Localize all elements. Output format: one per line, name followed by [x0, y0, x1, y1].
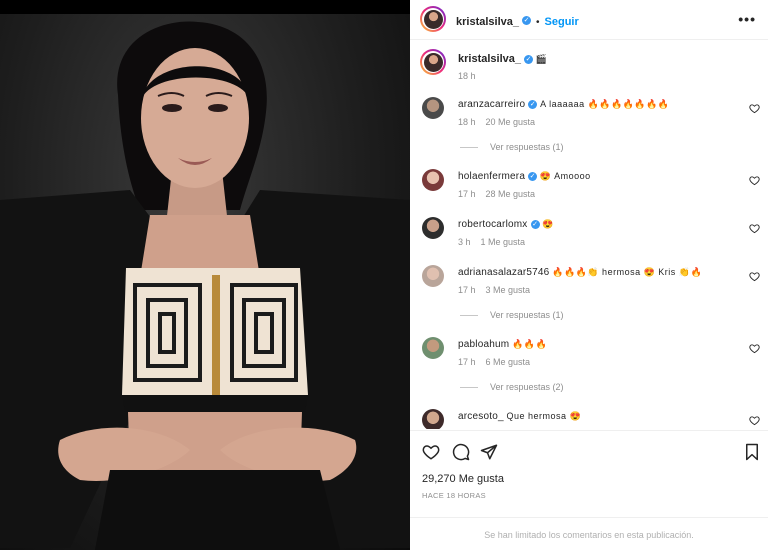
commenter-avatar[interactable]: [422, 97, 444, 119]
commenter-username[interactable]: arcesoto_: [458, 411, 504, 422]
post-header: kristalsilva_ ✓ • Seguir •••: [410, 0, 768, 40]
caption-text: 🎬: [535, 54, 548, 64]
like-comment-heart-icon[interactable]: [749, 343, 760, 354]
post-timestamp[interactable]: HACE 18 HORAS: [422, 491, 486, 500]
author-avatar[interactable]: [420, 6, 446, 32]
verified-icon: ✓: [528, 171, 538, 181]
comment-text: A laaaaaa 🔥🔥🔥🔥🔥🔥🔥: [540, 99, 670, 109]
comment-text: 😍 Amoooo: [539, 171, 591, 181]
more-options-icon[interactable]: •••: [738, 11, 756, 27]
comment-time: 17 h: [458, 189, 476, 199]
comments-limited-notice: Se han limitado los comentarios en esta …: [410, 517, 768, 550]
view-replies-button[interactable]: Ver respuestas (1): [460, 142, 564, 152]
post-side-panel: kristalsilva_ ✓ • Seguir ••• kristalsilva_ ✓…: [410, 0, 768, 550]
verified-icon: ✓: [524, 54, 533, 64]
author-username[interactable]: kristalsilva_: [456, 16, 519, 28]
post-photo: [0, 21, 410, 550]
commenter-avatar[interactable]: [422, 265, 444, 287]
save-bookmark-icon[interactable]: [743, 443, 761, 461]
comment-time: 18 h: [458, 117, 476, 127]
comment-likes[interactable]: 6 Me gusta: [486, 357, 531, 367]
comment-text: 😍: [542, 219, 554, 229]
verified-icon: ✓: [528, 99, 538, 109]
like-heart-icon[interactable]: [422, 443, 440, 461]
comment-time: 3 h: [458, 237, 471, 247]
comment-time: 17 h: [458, 285, 476, 295]
commenter-username[interactable]: aranzacarreiro: [458, 99, 525, 110]
comment-likes[interactable]: 1 Me gusta: [481, 237, 526, 247]
view-replies-button[interactable]: Ver respuestas (2): [460, 382, 564, 392]
like-comment-heart-icon[interactable]: [749, 103, 760, 114]
comment-likes[interactable]: 20 Me gusta: [486, 117, 536, 127]
post-actions: 29,270 Me gusta HACE 18 HORAS Se han lim…: [410, 430, 768, 550]
comment-time: 17 h: [458, 357, 476, 367]
commenter-avatar[interactable]: [422, 169, 444, 191]
post-viewer: kristalsilva_ ✓ • Seguir ••• kristalsilva_ ✓…: [0, 0, 768, 550]
likes-count[interactable]: 29,270 Me gusta: [422, 473, 504, 485]
like-comment-heart-icon[interactable]: [749, 223, 760, 234]
verified-icon: ✓: [522, 16, 531, 26]
like-comment-heart-icon[interactable]: [749, 415, 760, 426]
share-send-icon[interactable]: [480, 443, 498, 461]
like-comment-heart-icon[interactable]: [749, 175, 760, 186]
commenter-username[interactable]: holaenfermera: [458, 171, 525, 182]
comment-text: 🔥🔥🔥: [512, 339, 548, 349]
like-comment-heart-icon[interactable]: [749, 271, 760, 282]
caption-avatar[interactable]: [420, 49, 446, 75]
comment-likes[interactable]: 3 Me gusta: [486, 285, 531, 295]
caption-username[interactable]: kristalsilva_: [458, 53, 521, 65]
comment-bubble-icon[interactable]: [452, 443, 470, 461]
verified-icon: ✓: [530, 219, 540, 229]
commenter-avatar[interactable]: [422, 337, 444, 359]
commenter-username[interactable]: adrianasalazar5746: [458, 267, 549, 278]
separator-dot: •: [536, 17, 540, 28]
commenter-username[interactable]: robertocarlomx: [458, 219, 528, 230]
commenter-avatar[interactable]: [422, 409, 444, 429]
comment-text: 🔥🔥🔥👏 hermosa 😍 Kris 👏🔥: [552, 267, 703, 277]
view-replies-button[interactable]: Ver respuestas (1): [460, 310, 564, 320]
comments-list[interactable]: kristalsilva_ ✓ 🎬 18 h aranzacarreiro ✓ A …: [410, 41, 768, 429]
caption-time: 18 h: [458, 71, 476, 81]
commenter-avatar[interactable]: [422, 217, 444, 239]
comment-text: Que hermosa 😍: [506, 411, 582, 421]
commenter-username[interactable]: pabloahum: [458, 339, 509, 350]
follow-button[interactable]: Seguir: [545, 16, 579, 28]
comment-likes[interactable]: 28 Me gusta: [486, 189, 536, 199]
post-media[interactable]: [0, 0, 410, 550]
